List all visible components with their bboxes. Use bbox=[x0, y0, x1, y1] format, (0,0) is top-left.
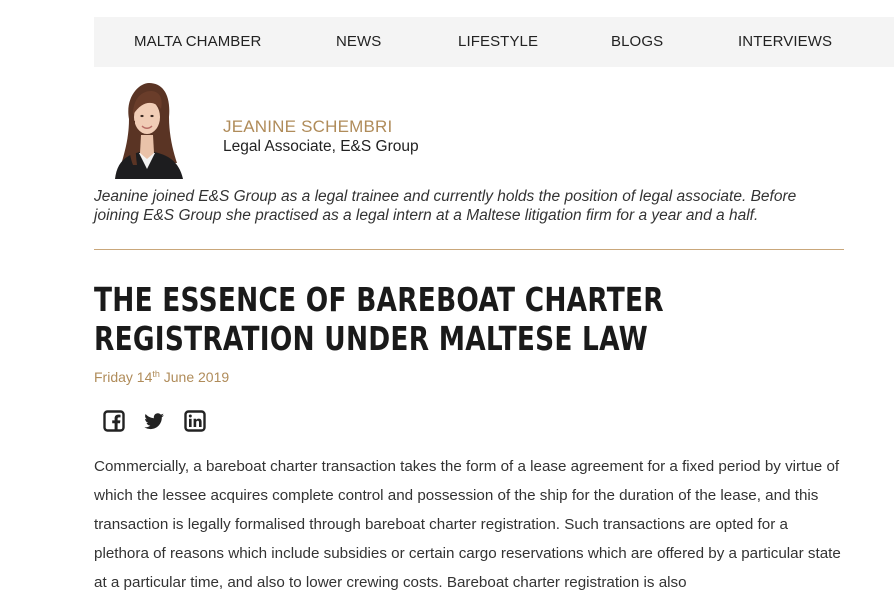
date-suffix: th bbox=[152, 369, 160, 379]
article-body: Commercially, a bareboat charter transac… bbox=[94, 458, 841, 591]
article-title: THE ESSENCE OF BAREBOAT CHARTER REGISTRA… bbox=[94, 280, 664, 358]
main-nav: MALTA CHAMBER NEWS LIFESTYLE BLOGS INTER… bbox=[94, 17, 894, 67]
author-name: JEANINE SCHEMBRI bbox=[223, 117, 393, 136]
date-prefix: Friday 14 bbox=[94, 369, 153, 385]
nav-item-blogs[interactable]: BLOGS bbox=[611, 17, 663, 67]
section-divider bbox=[94, 249, 844, 250]
date-rest: June 2019 bbox=[159, 369, 230, 385]
author-bio: Jeanine joined E&S Group as a legal trai… bbox=[94, 188, 797, 224]
article-page: MALTA CHAMBER NEWS LIFESTYLE BLOGS INTER… bbox=[0, 0, 894, 600]
nav-item-news[interactable]: NEWS bbox=[336, 17, 381, 67]
nav-item-interviews[interactable]: INTERVIEWS bbox=[738, 17, 832, 67]
twitter-icon[interactable] bbox=[143, 410, 165, 432]
nav-item-lifestyle[interactable]: LIFESTYLE bbox=[458, 17, 538, 67]
nav-item-malta-chamber[interactable]: MALTA CHAMBER bbox=[134, 17, 261, 67]
article-date: Friday 14th June 2019 bbox=[94, 369, 229, 385]
author-avatar bbox=[115, 83, 183, 179]
facebook-icon[interactable] bbox=[103, 410, 125, 432]
author-role: Legal Associate, E&S Group bbox=[223, 138, 419, 155]
linkedin-icon[interactable] bbox=[184, 410, 206, 432]
